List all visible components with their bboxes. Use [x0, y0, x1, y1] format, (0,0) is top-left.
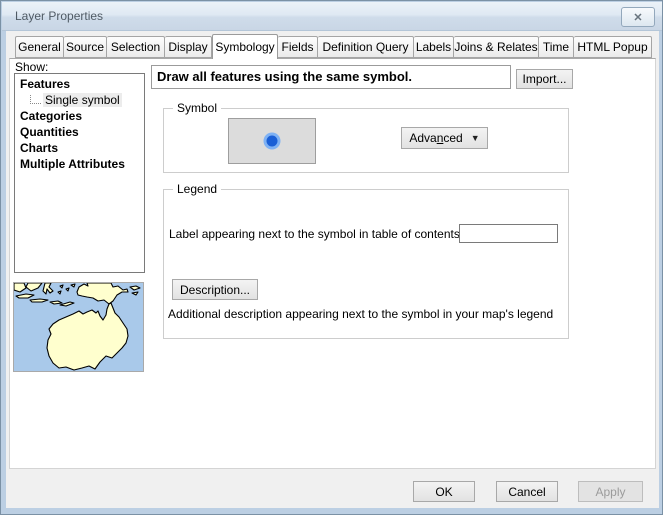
symbol-groupbox: Symbol: [163, 108, 569, 173]
advanced-dropdown-button[interactable]: Advanced ▼: [401, 127, 488, 149]
show-item-features[interactable]: Features: [15, 77, 144, 93]
legend-group-label: Legend: [173, 182, 221, 196]
advanced-label: Advanced: [409, 131, 462, 145]
point-symbol-icon: [262, 131, 282, 151]
symbol-group-label: Symbol: [173, 101, 221, 115]
show-item-charts[interactable]: Charts: [15, 141, 144, 157]
tab-html-popup[interactable]: HTML Popup: [574, 36, 652, 58]
tab-labels[interactable]: Labels: [414, 36, 454, 58]
apply-button[interactable]: Apply: [578, 481, 643, 502]
map-preview-image: [14, 283, 143, 371]
import-button[interactable]: Import...: [516, 69, 573, 89]
tab-fields[interactable]: Fields: [278, 36, 318, 58]
tab-display[interactable]: Display: [165, 36, 212, 58]
ok-button[interactable]: OK: [413, 481, 475, 502]
close-icon: ✕: [633, 11, 642, 24]
map-preview: [13, 282, 144, 372]
show-item-single-symbol[interactable]: Single symbol: [15, 93, 144, 109]
show-label: Show:: [15, 60, 48, 74]
description-button[interactable]: Description...: [172, 279, 258, 300]
tab-selection[interactable]: Selection: [107, 36, 165, 58]
additional-description-text: Additional description appearing next to…: [168, 307, 553, 321]
tab-general[interactable]: General: [15, 36, 64, 58]
legend-label-text: Label appearing next to the symbol in ta…: [169, 227, 463, 241]
show-item-multiple-attributes[interactable]: Multiple Attributes: [15, 157, 144, 173]
tab-source[interactable]: Source: [64, 36, 107, 58]
show-item-categories[interactable]: Categories: [15, 109, 144, 125]
tab-joins-relates[interactable]: Joins & Relates: [454, 36, 539, 58]
tab-definition-query[interactable]: Definition Query: [318, 36, 414, 58]
show-listbox: Features Single symbol Categories Quanti…: [14, 73, 145, 273]
symbol-preview-button[interactable]: [228, 118, 316, 164]
method-header: Draw all features using the same symbol.: [151, 65, 511, 89]
chevron-down-icon: ▼: [471, 133, 480, 143]
dialog-client-area: General Source Selection Display Symbolo…: [6, 31, 659, 508]
cancel-button[interactable]: Cancel: [496, 481, 558, 502]
show-item-quantities[interactable]: Quantities: [15, 125, 144, 141]
window-title: Layer Properties: [15, 2, 103, 31]
tab-strip: General Source Selection Display Symbolo…: [15, 36, 652, 58]
tree-branch-icon: [30, 95, 41, 104]
legend-label-input[interactable]: [459, 224, 558, 243]
close-button[interactable]: ✕: [621, 7, 655, 27]
tab-symbology[interactable]: Symbology: [212, 34, 278, 59]
layer-properties-dialog: Layer Properties ✕ General Source Select…: [0, 0, 663, 515]
tab-time[interactable]: Time: [539, 36, 574, 58]
titlebar[interactable]: Layer Properties ✕: [2, 2, 663, 31]
